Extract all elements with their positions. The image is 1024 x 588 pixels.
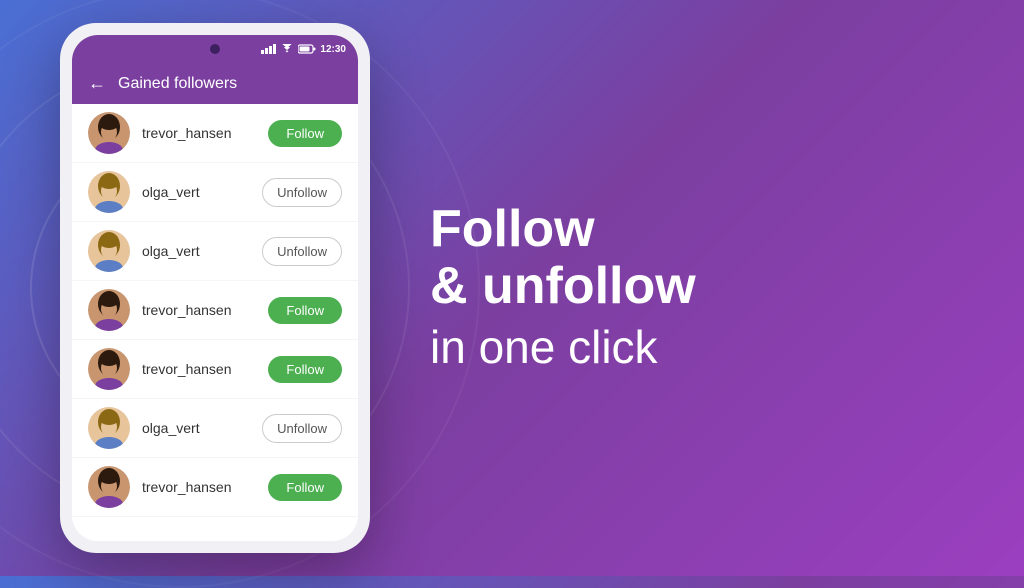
username-label: trevor_hansen [142, 125, 256, 141]
app-header: ← Gained followers [72, 63, 358, 104]
list-item: olga_vert Unfollow [72, 222, 358, 281]
username-label: olga_vert [142, 243, 250, 259]
list-item: olga_vert Unfollow [72, 399, 358, 458]
screen-title: Gained followers [118, 75, 237, 93]
promo-line1: Follow [430, 201, 964, 258]
list-item: trevor_hansen Follow [72, 458, 358, 517]
unfollow-button[interactable]: Unfollow [262, 237, 342, 266]
follow-button[interactable]: Follow [268, 356, 342, 383]
avatar [88, 112, 130, 154]
username-label: olga_vert [142, 184, 250, 200]
follow-button[interactable]: Follow [268, 120, 342, 147]
promo-line2: & unfollow [430, 258, 964, 315]
status-bar: 12:30 [72, 35, 358, 63]
avatar [88, 289, 130, 331]
follow-button[interactable]: Follow [268, 297, 342, 324]
unfollow-button[interactable]: Unfollow [262, 178, 342, 207]
clock: 12:30 [320, 44, 346, 55]
unfollow-button[interactable]: Unfollow [262, 414, 342, 443]
avatar [88, 230, 130, 272]
list-item: trevor_hansen Follow [72, 104, 358, 163]
username-label: trevor_hansen [142, 302, 256, 318]
avatar [88, 348, 130, 390]
list-item: olga_vert Unfollow [72, 163, 358, 222]
battery-icon [298, 44, 316, 54]
status-bar-right: 12:30 [261, 44, 346, 55]
back-button[interactable]: ← [88, 73, 106, 94]
username-label: trevor_hansen [142, 361, 256, 377]
avatar [88, 171, 130, 213]
promo-line3: in one click [430, 320, 964, 375]
follow-button[interactable]: Follow [268, 474, 342, 501]
wifi-icon [280, 44, 294, 54]
list-item: trevor_hansen Follow [72, 340, 358, 399]
avatar [88, 407, 130, 449]
list-item: trevor_hansen Follow [72, 281, 358, 340]
signal-icon [261, 44, 276, 54]
phone-frame: 12:30 ← Gained followers trevor_hansen Fo… [60, 23, 370, 553]
username-label: trevor_hansen [142, 479, 256, 495]
phone-screen: 12:30 ← Gained followers trevor_hansen Fo… [72, 35, 358, 541]
camera-dot [210, 44, 220, 54]
avatar [88, 466, 130, 508]
username-label: olga_vert [142, 420, 250, 436]
phone-mockup: 12:30 ← Gained followers trevor_hansen Fo… [60, 23, 370, 553]
followers-list: trevor_hansen Follow olga_vert Unfollow ol… [72, 104, 358, 541]
